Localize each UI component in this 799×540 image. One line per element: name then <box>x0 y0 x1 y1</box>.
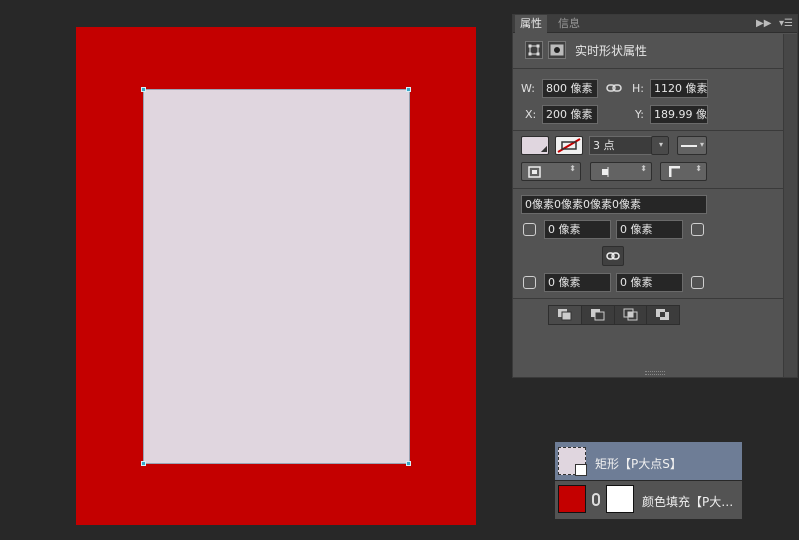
stroke-join-select[interactable]: ⬍ <box>660 162 707 181</box>
corner-bottom-right-field[interactable]: 0 像素 <box>616 273 683 292</box>
exclude-shapes-icon[interactable] <box>647 306 679 324</box>
path-operations-group <box>548 305 680 325</box>
divider <box>513 68 783 69</box>
x-field[interactable]: 200 像素 <box>542 105 598 124</box>
link-icon[interactable] <box>606 81 622 98</box>
combine-shapes-icon[interactable] <box>549 306 582 324</box>
corner-top-left-icon[interactable] <box>523 223 536 236</box>
corner-radius-all-field[interactable]: 0像素0像素0像素0像素 <box>521 195 707 214</box>
y-field[interactable]: 189.99 像 <box>650 105 708 124</box>
fill-color-swatch[interactable]: ◢ <box>521 136 549 155</box>
anchor-bottom-right[interactable] <box>406 461 411 466</box>
corner-bottom-left-icon[interactable] <box>523 276 536 289</box>
layer-row-rectangle[interactable]: 矩形【P大点S】 <box>555 442 742 480</box>
layer-row-color-fill[interactable]: 颜色填充【P大… <box>555 481 742 519</box>
divider <box>513 130 783 131</box>
w-label: W: <box>521 82 535 95</box>
panel-title: 实时形状属性 <box>575 44 648 58</box>
divider <box>513 298 783 299</box>
collapse-icon[interactable]: ▶▶ <box>756 15 771 33</box>
h-label: H: <box>632 82 644 95</box>
layers-list: 矩形【P大点S】 颜色填充【P大… <box>555 442 742 519</box>
anchor-bottom-left[interactable] <box>141 461 146 466</box>
width-field[interactable]: 800 像素 <box>542 79 598 98</box>
corner-bottom-left-field[interactable]: 0 像素 <box>544 273 611 292</box>
x-label: X: <box>525 108 537 121</box>
stroke-align-select[interactable]: ⬍ <box>521 162 581 181</box>
fill-layer-thumbnail-icon <box>558 485 586 513</box>
stroke-style-select[interactable]: ▾ <box>677 136 707 155</box>
mask-icon[interactable] <box>548 41 566 59</box>
stroke-width-dropdown-button[interactable]: ▾ <box>651 136 669 155</box>
shape-layer-thumbnail-icon <box>558 447 587 476</box>
properties-panel: 属性 信息 ▶▶ ▾☰ 实时形状属性 W: 800 像素 H: 1120 像素 … <box>512 14 798 378</box>
height-field[interactable]: 1120 像素 <box>650 79 708 98</box>
resize-grip-icon[interactable] <box>645 371 665 375</box>
layer-name: 矩形【P大点S】 <box>595 457 682 471</box>
stroke-color-swatch[interactable] <box>555 136 583 155</box>
tab-properties[interactable]: 属性 <box>515 15 547 33</box>
panel-tabbar: 属性 信息 ▶▶ ▾☰ <box>513 15 797 33</box>
link-corners-button[interactable] <box>602 246 624 266</box>
corner-bottom-right-icon[interactable] <box>691 276 704 289</box>
corner-top-left-field[interactable]: 0 像素 <box>544 220 611 239</box>
layer-name: 颜色填充【P大… <box>642 495 734 509</box>
shape-transform-icon[interactable] <box>525 41 543 59</box>
panel-menu-icon[interactable]: ▾☰ <box>779 15 793 33</box>
layer-mask-thumbnail[interactable] <box>606 485 634 513</box>
rectangle-shape[interactable] <box>143 89 410 464</box>
anchor-top-left[interactable] <box>141 87 146 92</box>
y-label: Y: <box>635 108 644 121</box>
panel-scrollbar[interactable] <box>783 34 797 377</box>
stroke-cap-select[interactable]: ⬍ <box>590 162 652 181</box>
anchor-top-right[interactable] <box>406 87 411 92</box>
divider <box>513 188 783 189</box>
corner-top-right-icon[interactable] <box>691 223 704 236</box>
corner-top-right-field[interactable]: 0 像素 <box>616 220 683 239</box>
subtract-shapes-icon[interactable] <box>582 306 615 324</box>
layer-link-icon <box>592 493 600 506</box>
tab-info[interactable]: 信息 <box>553 15 585 33</box>
intersect-shapes-icon[interactable] <box>615 306 648 324</box>
